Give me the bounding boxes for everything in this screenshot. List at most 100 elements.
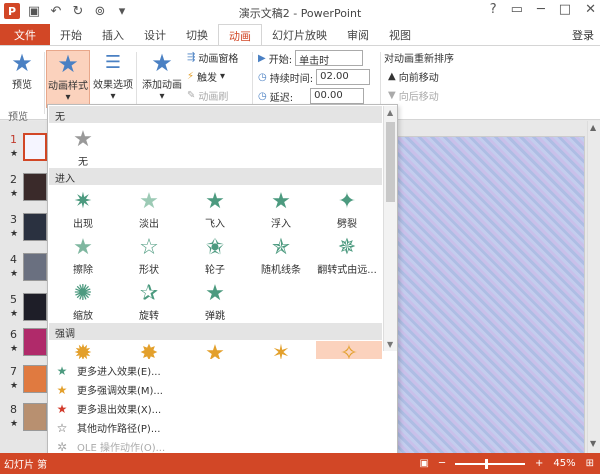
help-button[interactable]: ? <box>490 2 497 17</box>
fit-icon[interactable]: ▣ <box>420 458 429 469</box>
status-bar: 幻灯片 第 ▣ ─ + 45% ⊞ <box>0 453 600 474</box>
gallery-item-emphasis[interactable]: ✧ <box>316 341 382 359</box>
effect-options-icon: ☰ <box>104 52 122 73</box>
add-animation-label: 添加动画 <box>142 80 182 91</box>
gallery-item-none[interactable]: ★ 无 <box>50 127 116 173</box>
gallery-item-grow-turn[interactable]: ✵ 翻转式由远... <box>314 235 380 281</box>
ribbon-display-button[interactable]: ▭ <box>511 2 523 17</box>
gallery-item-wheel[interactable]: ✬ 轮子 <box>182 235 248 281</box>
gallery-item-split[interactable]: ✦ 劈裂 <box>314 189 380 235</box>
scroll-up-icon[interactable]: ▲ <box>387 108 393 117</box>
tab-design[interactable]: 设计 <box>134 24 176 46</box>
menu-more-entrance[interactable]: ★ 更多进入效果(E)... <box>49 361 379 380</box>
tab-review[interactable]: 审阅 <box>337 24 379 46</box>
gallery-item-zoom[interactable]: ✺ 缩放 <box>50 281 116 327</box>
gallery-item-fade[interactable]: ★ 淡出 <box>116 189 182 235</box>
tab-home[interactable]: 开始 <box>50 24 92 46</box>
gallery-header-emphasis: 强调 <box>49 323 382 340</box>
swivel-star-icon: ✰ <box>139 281 159 306</box>
login-link[interactable]: 登录 <box>566 24 600 46</box>
tab-slideshow[interactable]: 幻灯片放映 <box>262 24 337 46</box>
tab-file[interactable]: 文件 <box>0 24 50 46</box>
ole-icon: ✲ <box>56 439 68 454</box>
menu-more-emphasis[interactable]: ★ 更多强调效果(M)... <box>49 380 379 399</box>
slide-thumbnail[interactable]: 4 ★ <box>0 251 48 291</box>
yellow-star-icon: ★ <box>56 382 68 397</box>
gallery-item-appear[interactable]: ✷ 出现 <box>50 189 116 235</box>
maximize-button[interactable]: □ <box>559 2 571 17</box>
gallery-item-wipe[interactable]: ★ 擦除 <box>50 235 116 281</box>
gallery-item-emphasis[interactable]: ✸ <box>116 341 182 359</box>
gallery-item-emphasis[interactable]: ★ <box>182 341 248 359</box>
effect-options-button[interactable]: ☰ 效果选项 ▾ <box>92 50 134 102</box>
slide-thumbnail[interactable]: 6 ★ <box>0 326 48 366</box>
zoom-out-icon[interactable]: ─ <box>439 458 445 469</box>
gallery-item-bounce[interactable]: ★ 弹跳 <box>182 281 248 327</box>
gallery-item-float-in[interactable]: ★ 浮入 <box>248 189 314 235</box>
duration-row: ◷ 持续时间: 02.00 <box>258 69 371 85</box>
minimize-button[interactable]: ─ <box>537 2 545 17</box>
add-animation-star-icon: ★ <box>151 49 173 77</box>
slide-thumbnail[interactable]: 2 ★ <box>0 171 48 211</box>
wheel-star-icon: ✬ <box>205 235 225 260</box>
slide-thumbnail[interactable]: 8 ★ <box>0 401 48 441</box>
add-animation-button[interactable]: ★ 添加动画 ▾ <box>140 50 184 102</box>
animation-gallery-dropdown: 无 ★ 无 进入 ✷ 出现 ★ 淡出 ★ 飞入 ★ 浮入 ✦ 劈裂 ★ 擦除 ☆ 形状 ✬ 轮子… <box>47 104 398 456</box>
gallery-item-random-bars[interactable]: ✯ 随机线条 <box>248 235 314 281</box>
trigger-button[interactable]: ⚡ 触发 ▾ <box>187 69 225 84</box>
shape-star-icon: ☆ <box>139 235 159 260</box>
gallery-item-fly-in[interactable]: ★ 飞入 <box>182 189 248 235</box>
move-forward-button[interactable]: ▲ 向前移动 <box>388 69 439 84</box>
tab-animations[interactable]: 动画 <box>218 24 262 46</box>
gallery-item-emphasis[interactable]: ✶ <box>248 341 314 359</box>
slide-thumbnail[interactable]: 5 ★ <box>0 291 48 331</box>
fly-in-star-icon: ★ <box>205 189 225 214</box>
status-right: ▣ ─ + 45% ⊞ <box>420 458 600 469</box>
gallery-scrollbar[interactable]: ▲ ▼ <box>383 106 397 351</box>
delay-label: 延迟: <box>269 92 294 104</box>
animation-pane-icon: ⇶ <box>187 52 196 63</box>
gallery-item-emphasis[interactable]: ✹ <box>50 341 116 359</box>
close-button[interactable]: ✕ <box>585 2 596 17</box>
title-bar: P ▣ ↶ ↻ ⊚ ▾ 演示文稿2 - PowerPoint ? ▭ ─ □ ✕ <box>0 0 600 24</box>
animation-styles-label: 动画样式 <box>48 81 88 92</box>
slide-canvas[interactable] <box>397 136 585 454</box>
scroll-down-icon[interactable]: ▼ <box>590 439 596 448</box>
preview-button[interactable]: ★ 预览 <box>6 50 38 91</box>
play-icon: ▶ <box>258 52 266 64</box>
duration-spinner[interactable]: 02.00 <box>316 69 371 85</box>
menu-more-exit[interactable]: ★ 更多退出效果(X)... <box>49 399 379 418</box>
duration-label: 持续时间: <box>269 73 314 85</box>
scrollbar-thumb[interactable] <box>386 122 395 202</box>
gallery-item-swivel[interactable]: ✰ 旋转 <box>116 281 182 327</box>
zoom-slider[interactable] <box>454 458 525 469</box>
gallery-item-shape[interactable]: ☆ 形状 <box>116 235 182 281</box>
tab-view[interactable]: 视图 <box>379 24 421 46</box>
tab-transitions[interactable]: 切换 <box>176 24 218 46</box>
grow-turn-star-icon: ✵ <box>337 235 357 260</box>
zoom-level[interactable]: 45% <box>553 458 575 469</box>
slide-thumbnail[interactable]: 1 ★ <box>0 131 48 171</box>
slide-thumbnail[interactable]: 3 ★ <box>0 211 48 251</box>
emphasis-star-icon: ✸ <box>139 341 159 359</box>
fit-window-icon[interactable]: ⊞ <box>586 458 594 469</box>
window-buttons: ? ▭ ─ □ ✕ <box>490 2 596 17</box>
menu-more-motion-paths[interactable]: ☆ 其他动作路径(P)... <box>49 418 379 437</box>
emphasis-star-icon: ✶ <box>271 341 291 359</box>
delay-spinner[interactable]: 00.00 <box>310 88 365 104</box>
slide-thumbnail[interactable]: 7 ★ <box>0 363 48 403</box>
scroll-up-icon[interactable]: ▲ <box>590 123 596 132</box>
animation-pane-button[interactable]: ⇶ 动画窗格 <box>187 50 238 65</box>
canvas-scrollbar[interactable]: ▲ ▼ <box>587 121 600 453</box>
start-select[interactable]: 单击时 <box>295 50 364 67</box>
chevron-down-icon: ▾ <box>65 92 71 103</box>
move-back-button[interactable]: ▼ 向后移动 <box>388 88 439 103</box>
trigger-label: 触发 <box>197 73 218 84</box>
tab-insert[interactable]: 插入 <box>92 24 134 46</box>
animation-styles-button[interactable]: ★ 动画样式 ▾ <box>46 50 90 108</box>
animation-painter-button[interactable]: ✎ 动画刷 <box>187 88 228 103</box>
zoom-in-icon[interactable]: + <box>535 458 543 469</box>
scroll-down-icon[interactable]: ▼ <box>387 340 393 349</box>
zoom-slider-knob[interactable] <box>484 458 488 469</box>
gallery-header-enter: 进入 <box>49 168 382 185</box>
